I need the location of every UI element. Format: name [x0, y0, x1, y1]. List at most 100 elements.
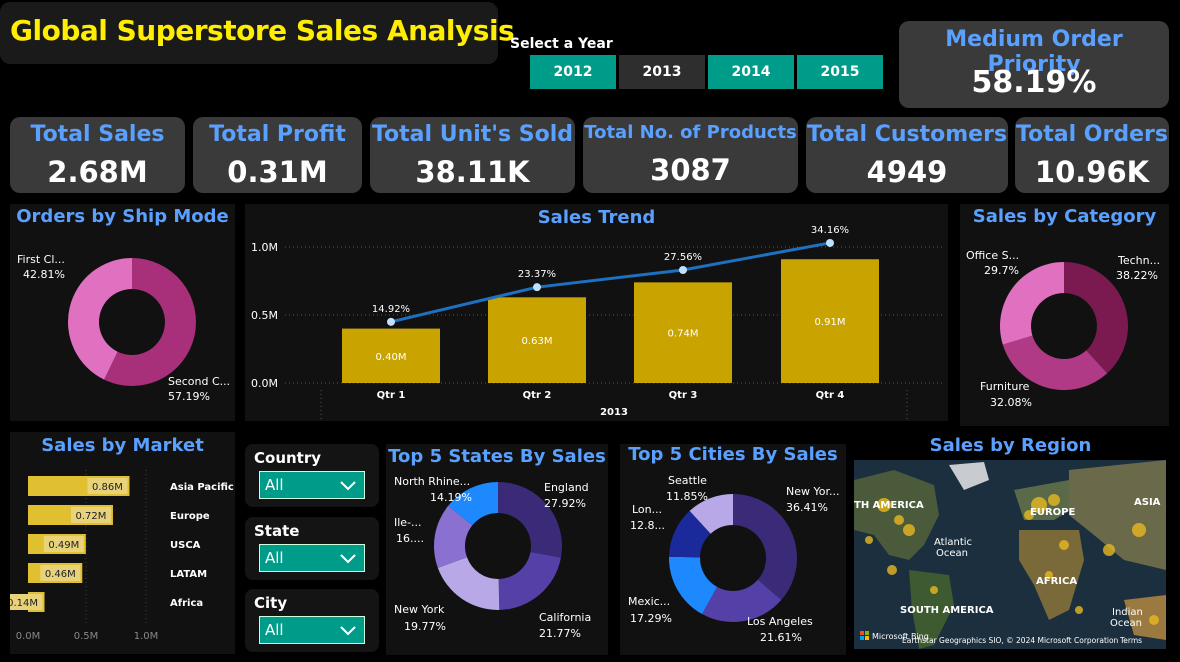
- priority-value: 58.19%: [971, 65, 1097, 100]
- map-attribution: Earthstar Geographics SIO, © 2024 Micros…: [902, 636, 1119, 645]
- page-title: Global Superstore Sales Analysis: [10, 14, 515, 47]
- trend-line-path: [390, 241, 831, 324]
- sales-trend-panel: Sales Trend 1.0M 0.5M 0.0M 0.40M Qtr 1 0.6…: [245, 204, 948, 421]
- country-dropdown-value: All: [265, 476, 284, 494]
- kpi-label: Total No. of Products: [584, 122, 797, 143]
- trend-point[interactable]: [679, 266, 687, 275]
- trend-ytick: 1.0M: [251, 241, 278, 254]
- state-value: 16....: [396, 532, 424, 545]
- kpi-card-orders: Total Orders 10.96K: [1015, 117, 1169, 193]
- kpi-label: Total Profit: [209, 122, 346, 147]
- kpi-card-products: Total No. of Products 3087: [583, 117, 798, 193]
- market-bar-value: 0.72M: [76, 511, 107, 522]
- market-category-label: Asia Pacific: [170, 482, 234, 493]
- state-dropdown-value: All: [265, 549, 284, 567]
- state-value: 14.19%: [430, 491, 472, 504]
- market-bar-value: 0.14M: [10, 598, 38, 609]
- region-title: Sales by Region: [929, 435, 1092, 456]
- cat-tech-value: 38.22%: [1116, 269, 1158, 282]
- country-slicer-label: Country: [254, 449, 322, 467]
- cities-panel: Top 5 Cities By Sales Seattle 11.85% New…: [620, 444, 846, 655]
- cities-donut: [669, 494, 797, 622]
- kpi-card-units-sold: Total Unit's Sold 38.11K: [370, 117, 575, 193]
- cat-office-value: 29.7%: [984, 264, 1019, 277]
- trend-xtick: Qtr 2: [523, 390, 552, 401]
- market-bar-value: 0.46M: [45, 569, 76, 580]
- map-label: TH AMERICA: [854, 500, 924, 511]
- kpi-value: 10.96K: [1034, 155, 1150, 189]
- state-label: Ile-...: [394, 516, 422, 529]
- market-category-label: USCA: [170, 540, 201, 551]
- category-donut: [1000, 262, 1128, 390]
- trend-point-label: 23.37%: [518, 269, 556, 280]
- donut-slice[interactable]: [437, 557, 500, 610]
- country-slicer: Country All: [245, 444, 379, 507]
- city-dropdown[interactable]: All: [259, 616, 365, 644]
- kpi-value: 0.31M: [227, 155, 328, 189]
- year-button-2015[interactable]: 2015: [797, 55, 883, 89]
- state-label: England: [544, 481, 589, 494]
- region-map[interactable]: TH AMERICA EUROPE ASIA Atlantic Ocean AF…: [854, 460, 1166, 649]
- kpi-card-customers: Total Customers 4949: [806, 117, 1008, 193]
- map-terms-link[interactable]: Terms: [1119, 636, 1142, 645]
- kpi-label: Total Customers: [806, 122, 1008, 147]
- kpi-value: 4949: [866, 155, 948, 189]
- trend-bars: 0.40M Qtr 1 0.63M Qtr 2 0.74M Qtr 3 0.91M Qtr 4: [342, 259, 879, 401]
- state-label: New York: [394, 603, 445, 616]
- year-button-2013[interactable]: 2013: [619, 55, 705, 89]
- trend-ytick: 0.5M: [251, 309, 278, 322]
- map-label: Ocean: [936, 548, 968, 559]
- state-dropdown[interactable]: All: [259, 544, 365, 572]
- city-slicer: City All: [245, 589, 379, 652]
- city-dropdown-value: All: [265, 621, 284, 639]
- market-xtick: 0.5M: [74, 631, 99, 642]
- trend-point[interactable]: [826, 238, 834, 247]
- trend-bar-label: 0.91M: [815, 317, 846, 328]
- market-bar-value: 0.49M: [48, 540, 79, 551]
- kpi-card-total-sales: Total Sales 2.68M: [10, 117, 185, 193]
- cat-furniture-value: 32.08%: [990, 396, 1032, 409]
- trend-xtick: Qtr 3: [669, 390, 698, 401]
- state-slicer: State All: [245, 517, 379, 580]
- year-selector-label: Select a Year: [510, 36, 613, 52]
- trend-ytick: 0.0M: [251, 377, 278, 390]
- trend-point[interactable]: [533, 283, 541, 292]
- kpi-value: 3087: [650, 153, 731, 187]
- cat-furniture-label: Furniture: [980, 380, 1030, 393]
- state-label: California: [539, 611, 591, 624]
- map-label: Ocean: [1110, 618, 1142, 629]
- trend-point-label: 34.16%: [811, 225, 849, 236]
- trend-bar-label: 0.74M: [668, 329, 699, 340]
- chevron-down-icon: [340, 626, 356, 636]
- city-slicer-label: City: [254, 594, 288, 612]
- state-value: 27.92%: [544, 497, 586, 510]
- states-panel: Top 5 States By Sales North Rhine... 14.…: [386, 444, 608, 655]
- map-label: Indian: [1112, 607, 1143, 618]
- market-category-label: LATAM: [170, 569, 207, 580]
- city-value: 36.41%: [786, 501, 828, 514]
- chevron-down-icon: [340, 554, 356, 564]
- cat-office-label: Office S...: [966, 249, 1019, 262]
- ship-first-value: 42.81%: [23, 268, 65, 281]
- market-bar-value: 0.86M: [92, 482, 123, 493]
- state-slicer-label: State: [254, 522, 300, 540]
- year-button-2014[interactable]: 2014: [708, 55, 794, 89]
- trend-point[interactable]: [387, 317, 395, 326]
- kpi-card-total-profit: Total Profit 0.31M: [193, 117, 362, 193]
- trend-line: 14.92% 23.37% 27.56% 34.16%: [372, 225, 849, 326]
- map-label: ASIA: [1134, 497, 1161, 508]
- city-label: Lon...: [632, 503, 662, 516]
- trend-point-label: 27.56%: [664, 252, 702, 263]
- ship-second-label: Second C...: [168, 375, 230, 388]
- chevron-down-icon: [340, 481, 356, 491]
- donut-slice[interactable]: [498, 552, 561, 610]
- market-xtick: 1.0M: [134, 631, 159, 642]
- country-dropdown[interactable]: All: [259, 471, 365, 499]
- trend-point-label: 14.92%: [372, 304, 410, 315]
- city-label: Seattle: [668, 474, 707, 487]
- market-category-label: Africa: [170, 598, 203, 609]
- city-value: 21.61%: [760, 631, 802, 644]
- kpi-value: 2.68M: [47, 155, 148, 189]
- city-label: New Yor...: [786, 485, 839, 498]
- year-button-2012[interactable]: 2012: [530, 55, 616, 89]
